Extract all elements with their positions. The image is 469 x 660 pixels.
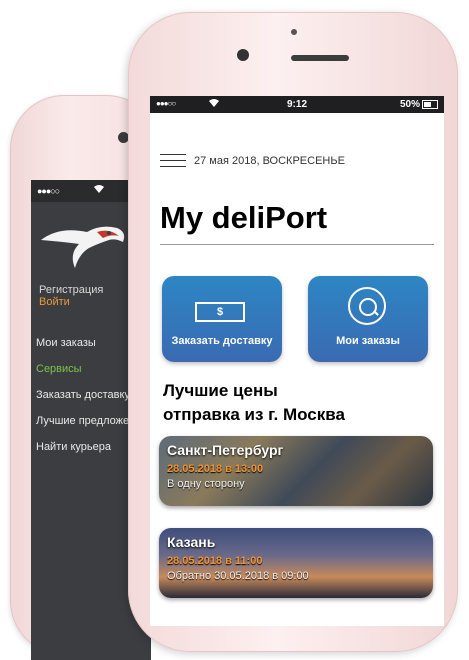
departure-city-subtitle: отправка из г. Москва bbox=[163, 405, 345, 424]
divider bbox=[160, 244, 434, 245]
sensor-icon bbox=[291, 29, 297, 35]
best-prices-heading: Лучшие цены отправка из г. Москва bbox=[163, 379, 345, 427]
hamburger-menu-icon[interactable] bbox=[160, 154, 186, 168]
deliport-bird-logo-icon bbox=[41, 226, 125, 268]
home-screen: ●●●○○ 9:12 50% 27 мая 2018, ВОСКРЕСЕНЬЕ … bbox=[150, 96, 444, 626]
my-orders-label: Мои заказы bbox=[336, 335, 400, 347]
wifi-icon bbox=[93, 184, 105, 197]
deal-trip-type: Обратно 30.05.2018 в 09:00 bbox=[167, 570, 309, 582]
current-date: 27 мая 2018, ВОСКРЕСЕНЬЕ bbox=[194, 155, 345, 167]
deal-card[interactable]: Казань 28.05.2018 в 11:00 Обратно 30.05.… bbox=[159, 528, 433, 598]
my-orders-button[interactable]: Мои заказы bbox=[308, 276, 428, 362]
status-bar: ●●●○○ 9:12 50% bbox=[150, 96, 444, 113]
deal-date: 28.05.2018 в 13:00 bbox=[167, 463, 264, 475]
order-delivery-button[interactable]: $ Заказать доставку bbox=[162, 276, 282, 362]
search-icon bbox=[348, 287, 386, 325]
date-header: 27 мая 2018, ВОСКРЕСЕНЬЕ bbox=[160, 154, 345, 168]
deal-city: Казань bbox=[167, 534, 216, 550]
front-phone: ●●●○○ 9:12 50% 27 мая 2018, ВОСКРЕСЕНЬЕ … bbox=[128, 12, 458, 652]
page-title: My deliPort bbox=[160, 200, 328, 235]
signal-icon: ●●●○○ bbox=[37, 186, 60, 196]
money-bill-icon: $ bbox=[195, 302, 245, 322]
deal-card[interactable]: Санкт-Петербург 28.05.2018 в 13:00 В одн… bbox=[159, 436, 433, 506]
camera-icon bbox=[237, 49, 249, 61]
speaker-grille bbox=[291, 55, 349, 61]
login-link[interactable]: Войти bbox=[39, 296, 70, 308]
best-prices-title: Лучшие цены bbox=[163, 381, 278, 400]
deal-date: 28.05.2018 в 11:00 bbox=[167, 555, 263, 567]
register-link[interactable]: Регистрация bbox=[39, 284, 103, 296]
deal-trip-type: В одну сторону bbox=[167, 478, 245, 490]
battery-icon bbox=[422, 100, 438, 109]
battery-percent: 50% bbox=[399, 99, 420, 110]
deal-city: Санкт-Петербург bbox=[167, 442, 284, 458]
order-delivery-label: Заказать доставку bbox=[171, 335, 273, 347]
